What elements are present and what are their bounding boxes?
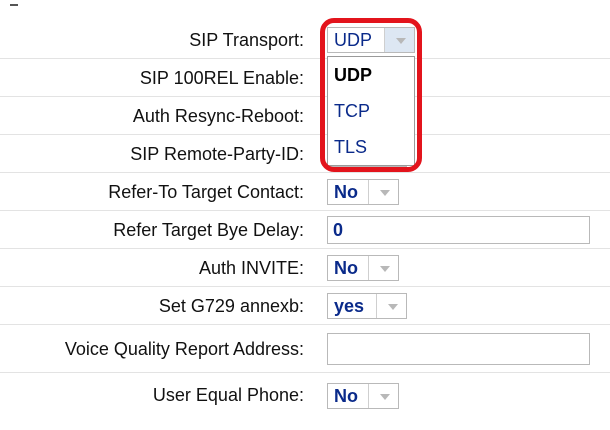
refer-target-bye-delay-field[interactable] — [327, 216, 590, 244]
refer-to-target-contact-label: Refer-To Target Contact: — [108, 182, 304, 202]
chevron-down-icon[interactable] — [368, 180, 398, 204]
row-auth-resync-reboot: Auth Resync-Reboot: — [0, 97, 610, 135]
row-sip-transport: SIP Transport: UDP — [0, 21, 610, 59]
auth-resync-reboot-label: Auth Resync-Reboot: — [132, 106, 304, 126]
dropdown-option-tls[interactable]: TLS — [328, 129, 414, 165]
sip-100rel-label: SIP 100REL Enable: — [139, 68, 304, 88]
row-refer-to-target-contact: Refer-To Target Contact: No — [0, 173, 610, 211]
auth-invite-label: Auth INVITE: — [198, 258, 304, 278]
set-g729-annexb-value: yes — [334, 296, 365, 316]
user-equal-phone-value: No — [334, 386, 358, 406]
refer-to-target-contact-value: No — [334, 182, 358, 202]
chevron-down-icon[interactable] — [368, 256, 398, 280]
voice-quality-report-address-input[interactable] — [333, 335, 583, 359]
sip-transport-dropdown-list: UDP TCP TLS — [327, 56, 415, 166]
sip-transport-select[interactable]: UDP — [327, 27, 415, 53]
row-user-equal-phone: User Equal Phone: No — [0, 373, 610, 430]
sip-remote-party-id-label: SIP Remote-Party-ID: — [130, 144, 304, 164]
auth-invite-select[interactable]: No — [327, 255, 399, 281]
dropdown-option-udp[interactable]: UDP — [328, 57, 414, 93]
chevron-down-icon[interactable] — [368, 384, 398, 408]
voice-quality-report-address-label: Voice Quality Report Address: — [64, 339, 304, 359]
chevron-down-icon[interactable] — [376, 294, 406, 318]
auth-invite-value: No — [334, 258, 358, 278]
dropdown-option-tcp[interactable]: TCP — [328, 93, 414, 129]
row-voice-quality-report-address: Voice Quality Report Address: — [0, 325, 610, 373]
refer-to-target-contact-select[interactable]: No — [327, 179, 399, 205]
sip-transport-label: SIP Transport: — [189, 30, 304, 50]
set-g729-annexb-label: Set G729 annexb: — [158, 296, 304, 316]
row-sip-remote-party-id: SIP Remote-Party-ID: — [0, 135, 610, 173]
row-sip-100rel: SIP 100REL Enable: — [0, 59, 610, 97]
chevron-down-icon[interactable] — [384, 28, 414, 52]
refer-target-bye-delay-label: Refer Target Bye Delay: — [113, 220, 304, 240]
sip-transport-value: UDP — [334, 30, 373, 50]
user-equal-phone-select[interactable]: No — [327, 383, 399, 409]
row-auth-invite: Auth INVITE: No — [0, 249, 610, 287]
user-equal-phone-label: User Equal Phone: — [152, 385, 304, 405]
row-refer-target-bye-delay: Refer Target Bye Delay: — [0, 211, 610, 249]
scroll-edge-mark — [10, 4, 18, 6]
refer-target-bye-delay-input[interactable] — [333, 218, 583, 242]
set-g729-annexb-select[interactable]: yes — [327, 293, 407, 319]
voice-quality-report-address-field[interactable] — [327, 333, 590, 365]
row-set-g729-annexb: Set G729 annexb: yes — [0, 287, 610, 325]
